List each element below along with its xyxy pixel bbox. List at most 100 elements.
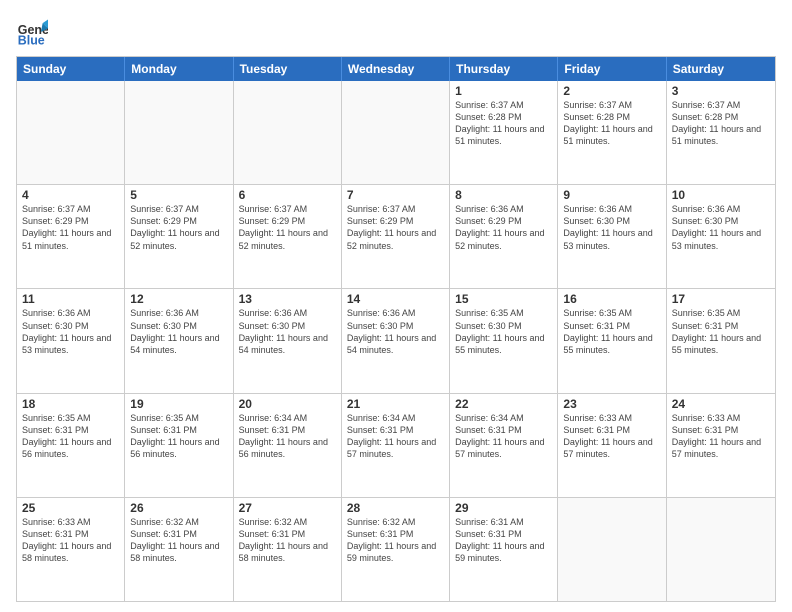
cal-day-13: 13Sunrise: 6:36 AM Sunset: 6:30 PM Dayli… bbox=[234, 289, 342, 392]
cal-week-2: 4Sunrise: 6:37 AM Sunset: 6:29 PM Daylig… bbox=[17, 184, 775, 288]
cal-day-empty bbox=[667, 498, 775, 601]
day-number: 20 bbox=[239, 397, 336, 411]
day-number: 28 bbox=[347, 501, 444, 515]
day-number: 23 bbox=[563, 397, 660, 411]
cal-day-26: 26Sunrise: 6:32 AM Sunset: 6:31 PM Dayli… bbox=[125, 498, 233, 601]
day-info: Sunrise: 6:37 AM Sunset: 6:29 PM Dayligh… bbox=[22, 203, 119, 252]
cal-header-saturday: Saturday bbox=[667, 57, 775, 81]
cal-day-empty bbox=[342, 81, 450, 184]
day-info: Sunrise: 6:37 AM Sunset: 6:28 PM Dayligh… bbox=[455, 99, 552, 148]
day-info: Sunrise: 6:37 AM Sunset: 6:28 PM Dayligh… bbox=[672, 99, 770, 148]
cal-week-3: 11Sunrise: 6:36 AM Sunset: 6:30 PM Dayli… bbox=[17, 288, 775, 392]
day-number: 12 bbox=[130, 292, 227, 306]
cal-header-wednesday: Wednesday bbox=[342, 57, 450, 81]
cal-day-29: 29Sunrise: 6:31 AM Sunset: 6:31 PM Dayli… bbox=[450, 498, 558, 601]
logo: General Blue bbox=[16, 16, 48, 48]
cal-day-3: 3Sunrise: 6:37 AM Sunset: 6:28 PM Daylig… bbox=[667, 81, 775, 184]
cal-day-20: 20Sunrise: 6:34 AM Sunset: 6:31 PM Dayli… bbox=[234, 394, 342, 497]
day-number: 8 bbox=[455, 188, 552, 202]
cal-day-21: 21Sunrise: 6:34 AM Sunset: 6:31 PM Dayli… bbox=[342, 394, 450, 497]
cal-day-empty bbox=[234, 81, 342, 184]
cal-header-sunday: Sunday bbox=[17, 57, 125, 81]
day-info: Sunrise: 6:34 AM Sunset: 6:31 PM Dayligh… bbox=[347, 412, 444, 461]
day-info: Sunrise: 6:33 AM Sunset: 6:31 PM Dayligh… bbox=[22, 516, 119, 565]
cal-day-18: 18Sunrise: 6:35 AM Sunset: 6:31 PM Dayli… bbox=[17, 394, 125, 497]
day-info: Sunrise: 6:35 AM Sunset: 6:30 PM Dayligh… bbox=[455, 307, 552, 356]
day-number: 11 bbox=[22, 292, 119, 306]
day-number: 29 bbox=[455, 501, 552, 515]
day-info: Sunrise: 6:36 AM Sunset: 6:30 PM Dayligh… bbox=[239, 307, 336, 356]
day-info: Sunrise: 6:36 AM Sunset: 6:30 PM Dayligh… bbox=[347, 307, 444, 356]
day-info: Sunrise: 6:33 AM Sunset: 6:31 PM Dayligh… bbox=[672, 412, 770, 461]
calendar-header-row: SundayMondayTuesdayWednesdayThursdayFrid… bbox=[17, 57, 775, 81]
day-info: Sunrise: 6:36 AM Sunset: 6:30 PM Dayligh… bbox=[672, 203, 770, 252]
page-header: General Blue bbox=[16, 16, 776, 48]
cal-day-8: 8Sunrise: 6:36 AM Sunset: 6:29 PM Daylig… bbox=[450, 185, 558, 288]
day-number: 25 bbox=[22, 501, 119, 515]
day-number: 26 bbox=[130, 501, 227, 515]
cal-day-1: 1Sunrise: 6:37 AM Sunset: 6:28 PM Daylig… bbox=[450, 81, 558, 184]
day-number: 2 bbox=[563, 84, 660, 98]
cal-day-14: 14Sunrise: 6:36 AM Sunset: 6:30 PM Dayli… bbox=[342, 289, 450, 392]
day-info: Sunrise: 6:37 AM Sunset: 6:29 PM Dayligh… bbox=[239, 203, 336, 252]
cal-day-6: 6Sunrise: 6:37 AM Sunset: 6:29 PM Daylig… bbox=[234, 185, 342, 288]
day-number: 19 bbox=[130, 397, 227, 411]
day-number: 15 bbox=[455, 292, 552, 306]
day-info: Sunrise: 6:37 AM Sunset: 6:29 PM Dayligh… bbox=[130, 203, 227, 252]
day-number: 5 bbox=[130, 188, 227, 202]
day-number: 22 bbox=[455, 397, 552, 411]
cal-day-2: 2Sunrise: 6:37 AM Sunset: 6:28 PM Daylig… bbox=[558, 81, 666, 184]
cal-week-5: 25Sunrise: 6:33 AM Sunset: 6:31 PM Dayli… bbox=[17, 497, 775, 601]
day-info: Sunrise: 6:34 AM Sunset: 6:31 PM Dayligh… bbox=[455, 412, 552, 461]
calendar-body: 1Sunrise: 6:37 AM Sunset: 6:28 PM Daylig… bbox=[17, 81, 775, 601]
day-info: Sunrise: 6:32 AM Sunset: 6:31 PM Dayligh… bbox=[347, 516, 444, 565]
cal-day-7: 7Sunrise: 6:37 AM Sunset: 6:29 PM Daylig… bbox=[342, 185, 450, 288]
cal-day-10: 10Sunrise: 6:36 AM Sunset: 6:30 PM Dayli… bbox=[667, 185, 775, 288]
day-info: Sunrise: 6:35 AM Sunset: 6:31 PM Dayligh… bbox=[672, 307, 770, 356]
cal-day-empty bbox=[558, 498, 666, 601]
cal-day-9: 9Sunrise: 6:36 AM Sunset: 6:30 PM Daylig… bbox=[558, 185, 666, 288]
cal-header-tuesday: Tuesday bbox=[234, 57, 342, 81]
day-number: 1 bbox=[455, 84, 552, 98]
cal-day-27: 27Sunrise: 6:32 AM Sunset: 6:31 PM Dayli… bbox=[234, 498, 342, 601]
day-number: 16 bbox=[563, 292, 660, 306]
logo-icon: General Blue bbox=[16, 16, 48, 48]
cal-day-28: 28Sunrise: 6:32 AM Sunset: 6:31 PM Dayli… bbox=[342, 498, 450, 601]
day-number: 6 bbox=[239, 188, 336, 202]
day-info: Sunrise: 6:36 AM Sunset: 6:30 PM Dayligh… bbox=[22, 307, 119, 356]
day-info: Sunrise: 6:36 AM Sunset: 6:30 PM Dayligh… bbox=[130, 307, 227, 356]
cal-header-friday: Friday bbox=[558, 57, 666, 81]
day-info: Sunrise: 6:36 AM Sunset: 6:29 PM Dayligh… bbox=[455, 203, 552, 252]
cal-day-empty bbox=[125, 81, 233, 184]
day-number: 24 bbox=[672, 397, 770, 411]
day-number: 3 bbox=[672, 84, 770, 98]
day-number: 10 bbox=[672, 188, 770, 202]
day-info: Sunrise: 6:32 AM Sunset: 6:31 PM Dayligh… bbox=[130, 516, 227, 565]
cal-day-16: 16Sunrise: 6:35 AM Sunset: 6:31 PM Dayli… bbox=[558, 289, 666, 392]
day-number: 18 bbox=[22, 397, 119, 411]
cal-day-25: 25Sunrise: 6:33 AM Sunset: 6:31 PM Dayli… bbox=[17, 498, 125, 601]
day-number: 14 bbox=[347, 292, 444, 306]
svg-text:Blue: Blue bbox=[18, 33, 45, 47]
cal-day-23: 23Sunrise: 6:33 AM Sunset: 6:31 PM Dayli… bbox=[558, 394, 666, 497]
cal-day-19: 19Sunrise: 6:35 AM Sunset: 6:31 PM Dayli… bbox=[125, 394, 233, 497]
cal-week-4: 18Sunrise: 6:35 AM Sunset: 6:31 PM Dayli… bbox=[17, 393, 775, 497]
calendar: SundayMondayTuesdayWednesdayThursdayFrid… bbox=[16, 56, 776, 602]
day-number: 13 bbox=[239, 292, 336, 306]
day-number: 4 bbox=[22, 188, 119, 202]
day-info: Sunrise: 6:36 AM Sunset: 6:30 PM Dayligh… bbox=[563, 203, 660, 252]
day-info: Sunrise: 6:32 AM Sunset: 6:31 PM Dayligh… bbox=[239, 516, 336, 565]
day-number: 21 bbox=[347, 397, 444, 411]
day-number: 17 bbox=[672, 292, 770, 306]
day-info: Sunrise: 6:31 AM Sunset: 6:31 PM Dayligh… bbox=[455, 516, 552, 565]
day-number: 7 bbox=[347, 188, 444, 202]
day-info: Sunrise: 6:37 AM Sunset: 6:28 PM Dayligh… bbox=[563, 99, 660, 148]
cal-week-1: 1Sunrise: 6:37 AM Sunset: 6:28 PM Daylig… bbox=[17, 81, 775, 184]
cal-day-4: 4Sunrise: 6:37 AM Sunset: 6:29 PM Daylig… bbox=[17, 185, 125, 288]
day-info: Sunrise: 6:34 AM Sunset: 6:31 PM Dayligh… bbox=[239, 412, 336, 461]
cal-day-22: 22Sunrise: 6:34 AM Sunset: 6:31 PM Dayli… bbox=[450, 394, 558, 497]
cal-day-11: 11Sunrise: 6:36 AM Sunset: 6:30 PM Dayli… bbox=[17, 289, 125, 392]
cal-day-24: 24Sunrise: 6:33 AM Sunset: 6:31 PM Dayli… bbox=[667, 394, 775, 497]
cal-day-15: 15Sunrise: 6:35 AM Sunset: 6:30 PM Dayli… bbox=[450, 289, 558, 392]
cal-day-5: 5Sunrise: 6:37 AM Sunset: 6:29 PM Daylig… bbox=[125, 185, 233, 288]
